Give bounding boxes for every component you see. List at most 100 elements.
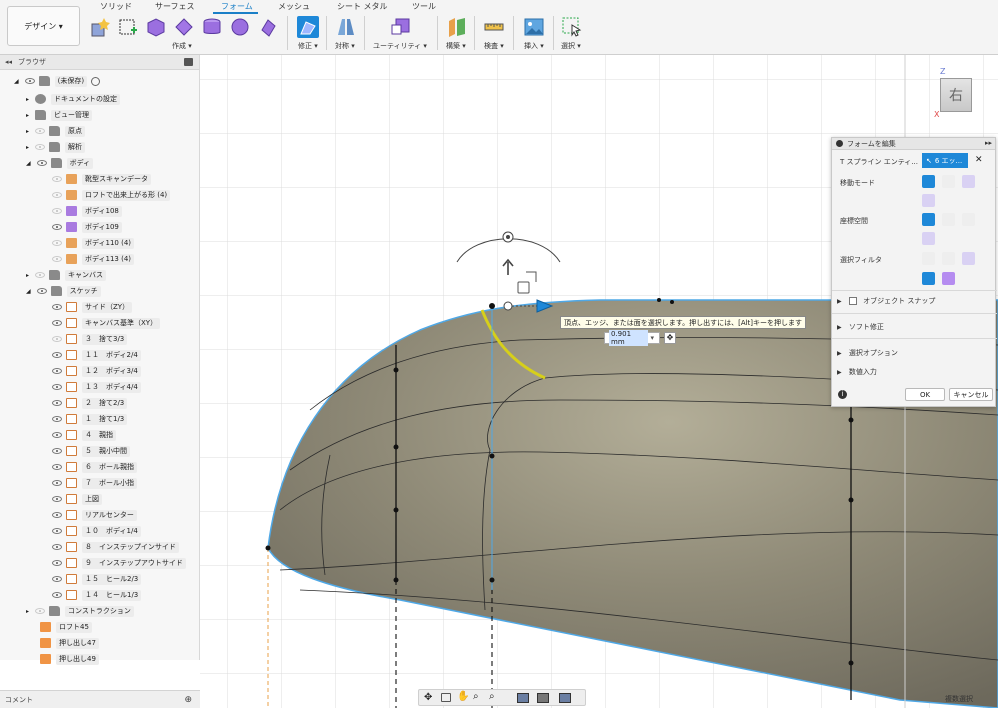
expand-arrow-icon[interactable]: ▶ — [837, 369, 842, 376]
browser-item-canvas[interactable]: ▸ キャンバス — [26, 268, 107, 282]
browser-item-sketch[interactable]: ５ 親小中間 — [52, 444, 130, 458]
visibility-eye-icon[interactable] — [52, 192, 62, 198]
visibility-eye-icon[interactable] — [52, 512, 62, 518]
create-form-icon[interactable] — [89, 16, 111, 38]
browser-item-sketch[interactable]: ７ ボール小指 — [52, 476, 137, 490]
expand-arrow-icon[interactable]: ▸ — [26, 272, 29, 279]
expand-dialog-icon[interactable]: ▸▸ — [985, 139, 992, 147]
visibility-eye-icon[interactable] — [52, 176, 62, 182]
browser-item-sketch[interactable]: １４ ヒール1/3 — [52, 588, 142, 602]
parallel-space-icon[interactable] — [922, 232, 935, 245]
browser-item-sketch[interactable]: リアルセンター — [52, 508, 137, 522]
multi-move-icon[interactable] — [922, 175, 935, 188]
soft-modify-row[interactable]: ▶ ソフト修正 — [837, 322, 884, 332]
visibility-eye-icon[interactable] — [35, 608, 46, 614]
browser-item-body[interactable]: ボディ108 — [52, 204, 122, 218]
visibility-eye-icon[interactable] — [52, 464, 62, 470]
visibility-eye-icon[interactable] — [52, 352, 62, 358]
visibility-eye-icon[interactable] — [52, 544, 62, 550]
expand-arrow-icon[interactable]: ▶ — [837, 298, 842, 305]
distance-input[interactable]: 0.901 mm ▾ — [604, 330, 660, 346]
orbit-icon[interactable]: ✥ — [424, 692, 432, 703]
browser-item-view-management[interactable]: ▸ ビュー管理 — [26, 108, 93, 122]
expand-arrow-icon[interactable]: ▸ — [26, 608, 29, 615]
tab-surface[interactable]: サーフェス — [155, 1, 195, 12]
visibility-eye-icon[interactable] — [52, 320, 62, 326]
group-insert-label[interactable]: 挿入 ▾ — [524, 41, 544, 51]
browser-root[interactable]: ◢ (未保存) — [14, 74, 101, 88]
browser-item-sketch[interactable]: ３ 捨て3/3 — [52, 332, 128, 346]
expand-arrow-icon[interactable]: ▸ — [26, 112, 29, 119]
dialog-collapse-icon[interactable] — [836, 140, 843, 147]
pan-icon[interactable]: ✋ — [457, 691, 469, 702]
browser-item-sketch[interactable]: １３ ボディ4/4 — [52, 380, 141, 394]
activate-radio-icon[interactable] — [91, 76, 101, 86]
tab-tools[interactable]: ツール — [412, 1, 436, 12]
browser-item-sketch[interactable]: １１ ボディ2/4 — [52, 348, 141, 362]
viewcube[interactable]: 右 — [940, 78, 972, 112]
view-space-icon[interactable] — [942, 213, 955, 226]
all-filter-icon[interactable] — [922, 272, 935, 285]
group-utility-label[interactable]: ユーティリティ ▾ — [373, 41, 427, 51]
visibility-eye-icon[interactable] — [52, 448, 62, 454]
object-snap-checkbox[interactable] — [848, 297, 857, 305]
ok-button[interactable]: OK — [905, 388, 945, 401]
expand-arrow-icon[interactable]: ▸ — [26, 128, 29, 135]
group-modify-label[interactable]: 修正 ▾ — [298, 41, 318, 51]
browser-item-sketch[interactable]: ９ インステップアウトサイド — [52, 556, 186, 570]
visibility-eye-icon[interactable] — [52, 496, 62, 502]
workspace-switcher[interactable]: デザイン ▾ — [7, 6, 80, 46]
browser-item-sketch[interactable]: １５ ヒール2/3 — [52, 572, 142, 586]
browser-item-feature[interactable]: ロフト45 — [40, 620, 92, 634]
visibility-eye-icon[interactable] — [35, 272, 46, 278]
local-space-icon[interactable] — [962, 213, 975, 226]
cylinder-icon[interactable] — [201, 16, 223, 38]
sphere-icon[interactable] — [229, 16, 251, 38]
visibility-eye-icon[interactable] — [35, 128, 46, 134]
zoom-icon[interactable]: ⌕ — [473, 691, 479, 702]
tspline-entities-selector[interactable]: ↖ 6 エッ... — [922, 153, 968, 168]
expand-arrow-icon[interactable]: ▸ — [26, 144, 29, 151]
browser-item-sketch[interactable]: ８ インステップインサイド — [52, 540, 179, 554]
pin-icon[interactable] — [184, 58, 193, 66]
visibility-eye-icon[interactable] — [52, 576, 62, 582]
select-icon[interactable] — [561, 16, 583, 38]
visibility-eye-icon[interactable] — [52, 592, 62, 598]
group-create-label[interactable]: 作成 ▾ — [172, 41, 192, 51]
expand-arrow-icon[interactable]: ▶ — [837, 350, 842, 357]
translate-icon[interactable] — [942, 175, 955, 188]
browser-item-sketch[interactable]: ２ 捨て2/3 — [52, 396, 128, 410]
visibility-eye-icon[interactable] — [52, 416, 62, 422]
tab-form[interactable]: フォーム — [221, 1, 253, 12]
torus-icon[interactable] — [257, 16, 279, 38]
visibility-eye-icon[interactable] — [52, 256, 62, 262]
fit-icon[interactable]: ⌕ — [489, 691, 495, 702]
clear-selection-icon[interactable]: ✕ — [975, 155, 983, 165]
cancel-button[interactable]: キャンセル — [949, 388, 993, 401]
visibility-eye-icon[interactable] — [24, 78, 35, 84]
display-settings-icon[interactable] — [517, 693, 529, 703]
visibility-eye-icon[interactable] — [52, 304, 62, 310]
object-snap-row[interactable]: ▶ オブジェクト スナップ — [837, 296, 935, 306]
browser-item-bodies[interactable]: ◢ ボディ — [26, 156, 94, 170]
browser-item-body[interactable]: ボディ110 (4) — [52, 236, 135, 250]
world-space-icon[interactable] — [922, 213, 935, 226]
box-icon[interactable] — [145, 16, 167, 38]
visibility-eye-icon[interactable] — [52, 400, 62, 406]
expand-arrow-icon[interactable]: ◢ — [26, 288, 31, 295]
plane-icon[interactable] — [173, 16, 195, 38]
browser-item-analysis[interactable]: ▸ 解析 — [26, 140, 86, 154]
tab-sheet-metal[interactable]: シート メタル — [337, 1, 388, 12]
browser-item-sketch[interactable]: １ 捨て1/3 — [52, 412, 128, 426]
browser-item-sketch[interactable]: １２ ボディ3/4 — [52, 364, 141, 378]
edit-form-icon[interactable] — [297, 16, 319, 38]
body-filter-icon[interactable] — [942, 272, 955, 285]
scale-icon[interactable] — [922, 194, 935, 207]
browser-item-feature[interactable]: 押し出し49 — [40, 652, 99, 666]
info-icon[interactable]: i — [838, 390, 847, 399]
group-construct-label[interactable]: 構築 ▾ — [446, 41, 466, 51]
browser-item-body[interactable]: ボディ109 — [52, 220, 122, 234]
browser-item-construction[interactable]: ▸ コンストラクション — [26, 604, 134, 618]
tab-solid[interactable]: ソリッド — [100, 1, 132, 12]
visibility-eye-icon[interactable] — [52, 224, 62, 230]
